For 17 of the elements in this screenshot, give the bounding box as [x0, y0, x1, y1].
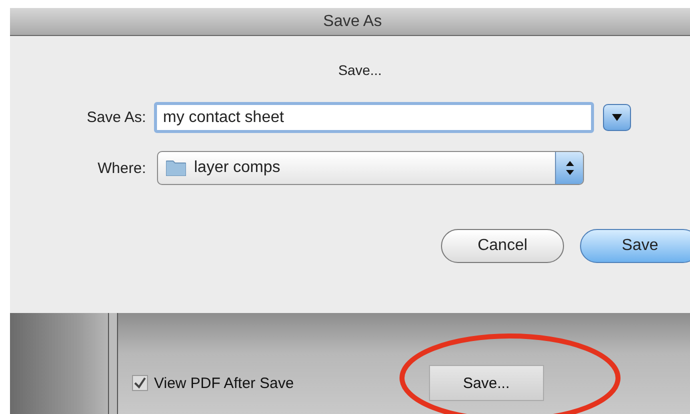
where-label: Where:	[96, 160, 146, 176]
expand-button[interactable]	[603, 104, 631, 131]
default-button[interactable]: Save	[580, 229, 690, 263]
checkmark-icon	[134, 377, 146, 389]
save-button[interactable]: Save...	[428, 365, 544, 401]
stepper-icon	[566, 161, 574, 175]
dialog-button[interactable]: Cancel	[441, 229, 564, 263]
folder-icon	[166, 160, 186, 176]
dialog-heading: Save...	[337, 62, 383, 78]
caret-icon	[612, 114, 622, 121]
splitter-bar[interactable]	[109, 313, 118, 414]
checkbox[interactable]	[132, 375, 148, 391]
save-as-label: Save As:	[86, 109, 146, 126]
location-popup[interactable]: layer comps	[157, 151, 584, 185]
checkbox-label: View PDF After Save	[154, 374, 294, 392]
window-title: Save As	[322, 12, 382, 30]
file-name-field[interactable]: my contact sheet	[154, 102, 594, 133]
